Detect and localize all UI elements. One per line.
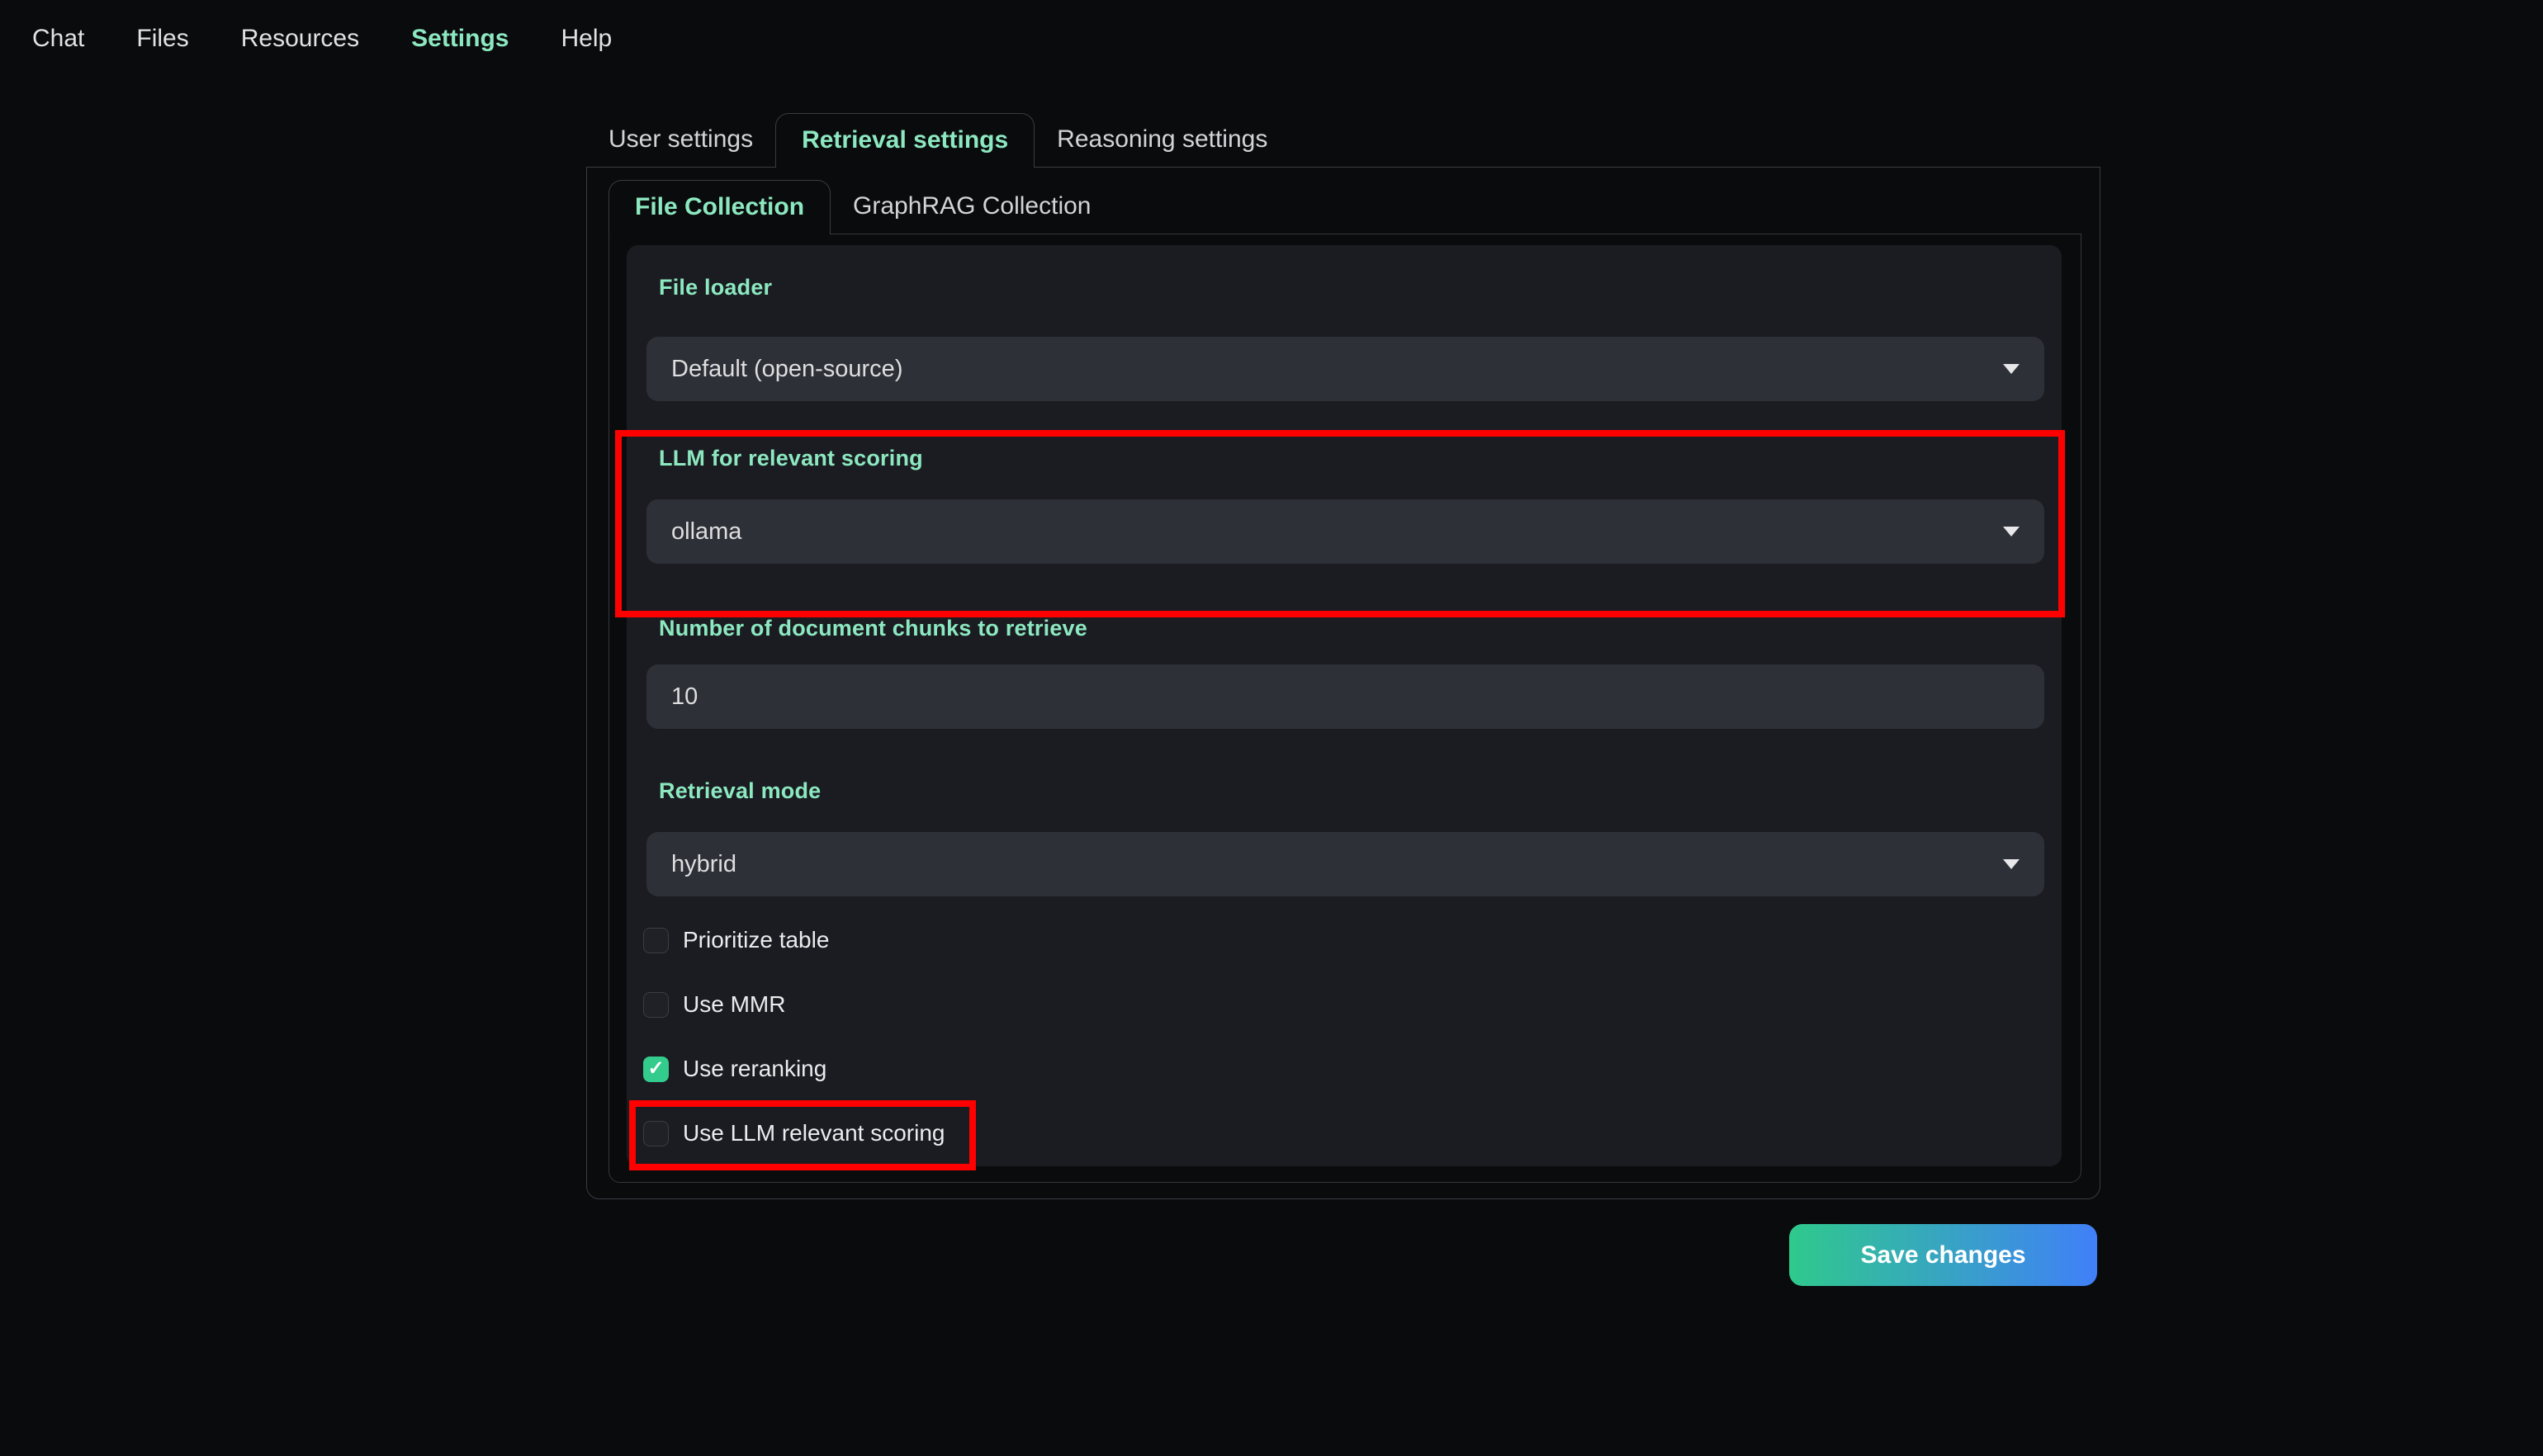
tab-reasoning-settings[interactable]: Reasoning settings	[1035, 113, 1290, 167]
chevron-down-icon	[2003, 527, 2020, 537]
checkbox-use-reranking[interactable]: ✓ Use reranking	[643, 1056, 826, 1082]
num-chunks-label: Number of document chunks to retrieve	[659, 616, 1087, 641]
tab-graphrag-collection[interactable]: GraphRAG Collection	[831, 180, 1113, 234]
nav-item-settings[interactable]: Settings	[411, 25, 509, 53]
llm-scoring-value: ollama	[671, 518, 742, 545]
file-collection-card: File loader Default (open-source) LLM fo…	[627, 245, 2062, 1166]
llm-scoring-label: LLM for relevant scoring	[659, 446, 923, 470]
collection-tab-bar: File Collection GraphRAG Collection	[609, 180, 2081, 234]
checkbox-box[interactable]	[643, 991, 669, 1018]
settings-page: Chat Files Resources Settings Help User …	[0, 0, 2543, 1456]
retrieval-settings-panel: File Collection GraphRAG Collection File…	[586, 167, 2100, 1199]
collection-tab-group: File Collection GraphRAG Collection File…	[609, 180, 2081, 1183]
num-chunks-input[interactable]: 10	[646, 664, 2044, 729]
tab-user-settings[interactable]: User settings	[586, 113, 775, 167]
checkbox-box[interactable]	[643, 927, 669, 953]
nav-item-help[interactable]: Help	[561, 25, 612, 53]
file-collection-panel: File loader Default (open-source) LLM fo…	[609, 234, 2081, 1183]
checkbox-box[interactable]	[643, 1120, 669, 1146]
check-icon[interactable]: ✓	[643, 1056, 669, 1082]
retrieval-mode-dropdown[interactable]: hybrid	[646, 832, 2044, 896]
chevron-down-icon	[2003, 859, 2020, 869]
file-loader-value: Default (open-source)	[671, 355, 903, 382]
retrieval-mode-value: hybrid	[671, 850, 736, 877]
checkbox-label: Use LLM relevant scoring	[683, 1120, 945, 1146]
nav-item-chat[interactable]: Chat	[32, 25, 84, 53]
chevron-down-icon	[2003, 364, 2020, 374]
checkbox-label: Prioritize table	[683, 927, 830, 953]
save-changes-button[interactable]: Save changes	[1789, 1224, 2097, 1286]
tab-file-collection[interactable]: File Collection	[609, 180, 831, 234]
file-loader-dropdown[interactable]: Default (open-source)	[646, 337, 2044, 401]
settings-tab-group: User settings Retrieval settings Reasoni…	[586, 113, 2100, 1199]
settings-tab-bar: User settings Retrieval settings Reasoni…	[586, 113, 2100, 168]
checkbox-use-llm-relevant-scoring[interactable]: Use LLM relevant scoring	[643, 1120, 945, 1146]
nav-item-files[interactable]: Files	[136, 25, 188, 53]
nav-item-resources[interactable]: Resources	[241, 25, 359, 53]
num-chunks-value: 10	[671, 683, 698, 710]
checkbox-use-mmr[interactable]: Use MMR	[643, 991, 785, 1018]
checkbox-label: Use reranking	[683, 1056, 827, 1081]
file-loader-label: File loader	[659, 275, 773, 300]
top-navigation: Chat Files Resources Settings Help	[32, 25, 612, 53]
checkbox-label: Use MMR	[683, 991, 786, 1017]
llm-scoring-dropdown[interactable]: ollama	[646, 499, 2044, 564]
checkbox-prioritize-table[interactable]: Prioritize table	[643, 927, 829, 953]
tab-retrieval-settings[interactable]: Retrieval settings	[775, 113, 1035, 168]
retrieval-mode-label: Retrieval mode	[659, 778, 822, 803]
